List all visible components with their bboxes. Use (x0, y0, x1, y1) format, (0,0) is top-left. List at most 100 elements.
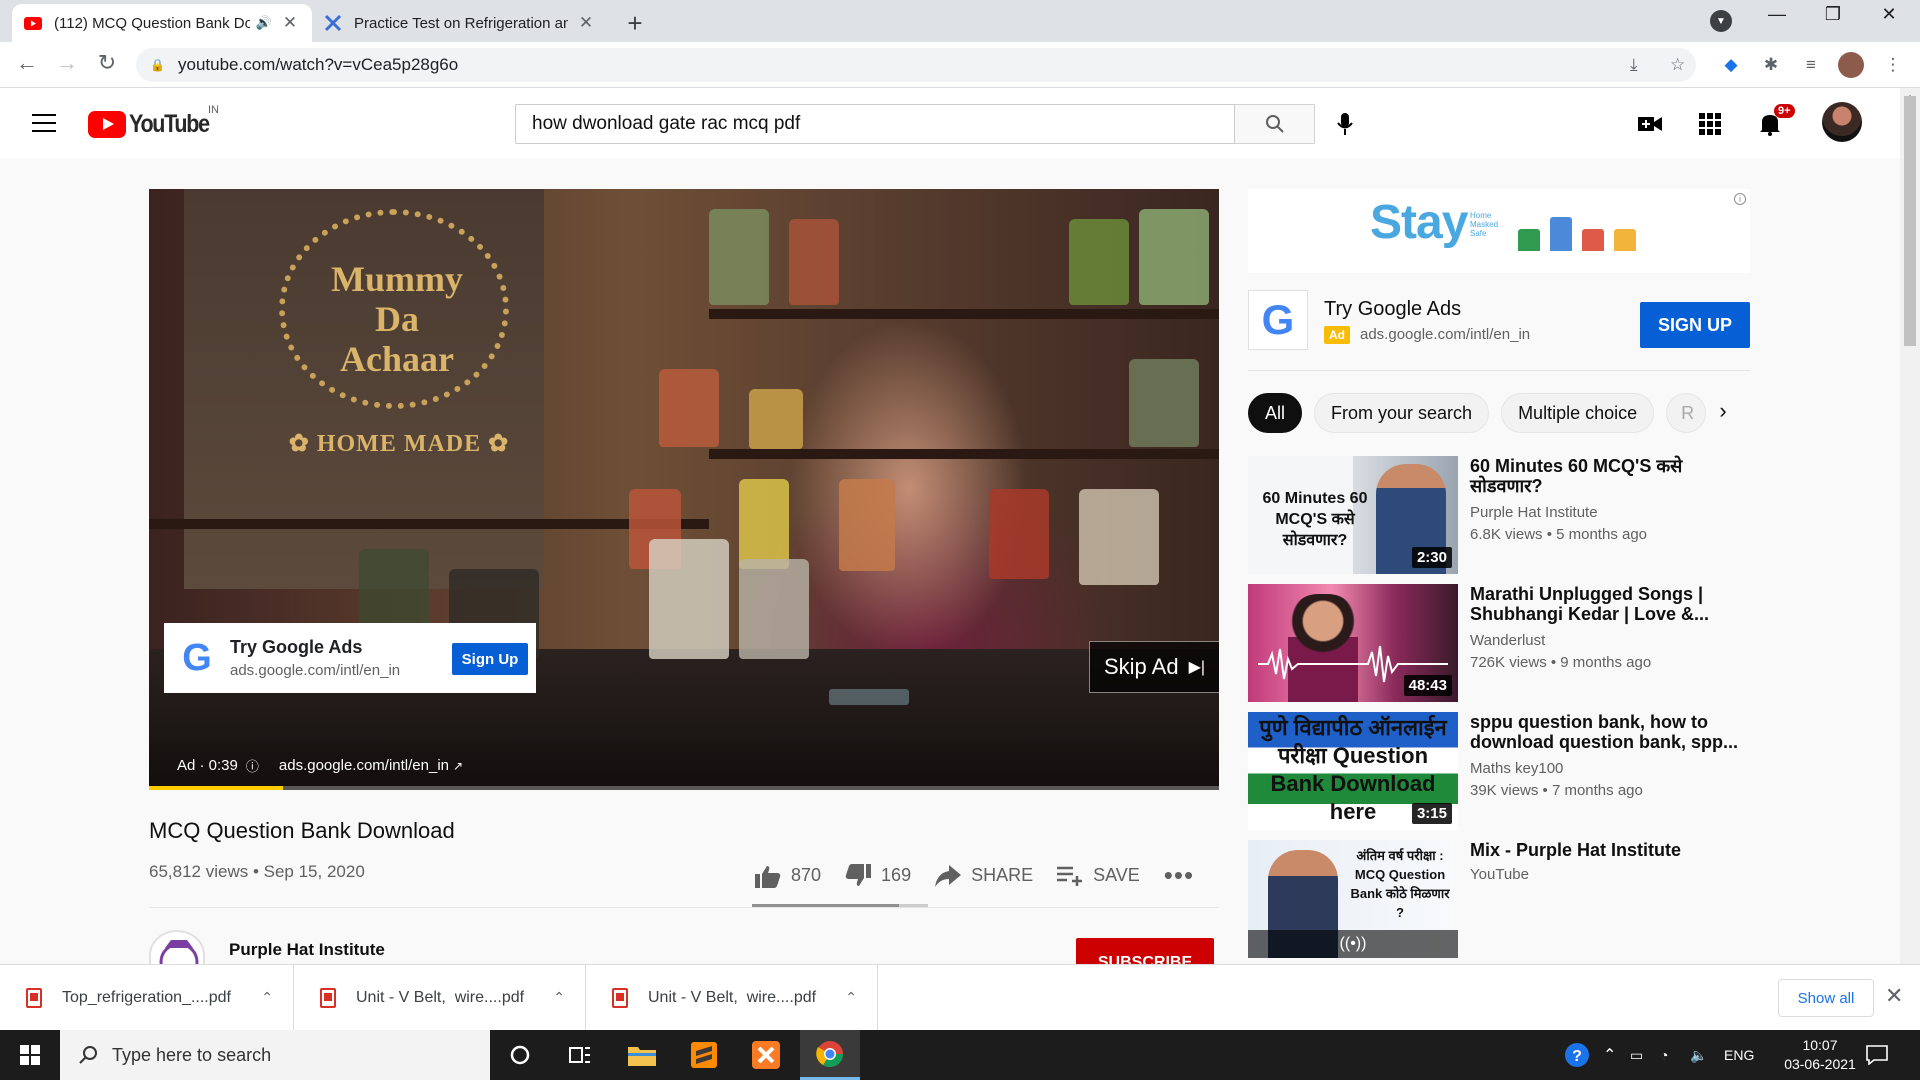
video-duration: 48:43 (1403, 675, 1452, 696)
ad-info-icon[interactable]: i (1734, 193, 1746, 205)
battery-icon[interactable]: ▭ (1630, 1030, 1643, 1080)
jar-image (1139, 209, 1209, 305)
download-item[interactable]: Top_refrigeration_....pdf ⌃ (0, 965, 294, 1030)
profile-avatar[interactable] (1838, 52, 1864, 78)
download-filename: Top_refrigeration_....pdf (62, 988, 231, 1006)
forward-icon[interactable]: → (52, 50, 82, 76)
close-downloads-icon[interactable]: ✕ (1885, 983, 1903, 1009)
install-icon[interactable]: ⤓ (1630, 48, 1638, 82)
overlay-signup-button[interactable]: Sign Up (452, 643, 528, 675)
extension-icon[interactable]: ◆ (1718, 52, 1744, 78)
chip-from-your-search[interactable]: From your search (1314, 393, 1490, 433)
file-explorer-icon[interactable] (612, 1030, 672, 1080)
chrome-menu-icon[interactable]: ⋮ (1880, 52, 1906, 78)
window-close-icon[interactable]: ✕ (1866, 4, 1912, 25)
tab-practice-test[interactable]: Practice Test on Refrigeration and Air C… (312, 4, 608, 42)
pdf-file-icon (612, 987, 628, 1008)
save-button[interactable]: SAVE (1057, 865, 1140, 886)
video-thumbnail[interactable]: 60 Minutes 60 MCQ'S कसे सोडवणार? 2:30 (1248, 456, 1458, 574)
system-clock[interactable]: 10:07 03-06-2021 (1770, 1036, 1870, 1074)
chevron-up-icon[interactable]: ⌃ (1603, 1030, 1616, 1080)
overlay-ad-url: ads.google.com/intl/en_in (230, 662, 401, 679)
sidebar-ad-url: ads.google.com/intl/en_in (1360, 326, 1531, 343)
youtube-logo[interactable]: YouTube IN (88, 104, 222, 139)
recommended-video[interactable]: 48:43 Marathi Unplugged Songs | Shubhang… (1248, 584, 1750, 702)
overlay-ad[interactable]: G Try Google Ads ads.google.com/intl/en_… (164, 623, 536, 693)
wifi-icon[interactable]: ◔ (1660, 1030, 1668, 1080)
house-image (1582, 229, 1604, 251)
sublime-text-icon[interactable] (674, 1030, 734, 1080)
bookmark-star-icon[interactable]: ☆ (1670, 48, 1685, 82)
extensions-puzzle-icon[interactable]: ✱ (1758, 52, 1784, 78)
media-control-icon[interactable]: ≡ (1798, 52, 1824, 78)
reload-icon[interactable]: ↻ (92, 50, 122, 76)
tab-search-icon[interactable]: ▼ (1710, 10, 1732, 32)
video-thumbnail[interactable]: पुणे विद्यापीठ ऑनलाईन परीक्षा Question B… (1248, 712, 1458, 830)
country-code: IN (208, 104, 219, 116)
account-avatar[interactable] (1822, 102, 1862, 142)
video-player[interactable]: Mummy Da Achaar ✿ HOME MADE ✿ G Try Goog… (149, 189, 1219, 790)
dislike-button[interactable]: 169 (845, 863, 911, 888)
scrollbar-thumb[interactable] (1904, 96, 1916, 346)
video-thumbnail[interactable]: 48:43 (1248, 584, 1458, 702)
chip-multiple-choice[interactable]: Multiple choice (1501, 393, 1655, 433)
sidebar-display-ad[interactable]: Stay Home Masked Safe i (1248, 189, 1750, 273)
chrome-taskbar-icon[interactable] (800, 1030, 860, 1080)
apps-grid-icon[interactable] (1694, 108, 1726, 140)
action-center-icon[interactable] (1866, 1030, 1888, 1080)
more-dots-icon: ••• (1163, 860, 1195, 890)
video-thumbnail[interactable]: अंतिम वर्ष परीक्षा : MCQ Question Bank क… (1248, 840, 1458, 958)
page-scrollbar[interactable]: ▲ (1900, 88, 1920, 964)
more-actions-button[interactable]: ••• (1164, 860, 1194, 891)
chip-all[interactable]: All (1248, 393, 1303, 433)
download-filename: Unit - V Belt, wire....pdf (356, 988, 525, 1006)
create-video-icon[interactable] (1634, 108, 1666, 140)
download-item[interactable]: Unit - V Belt, wire....pdf ⌃ (294, 965, 586, 1030)
help-icon[interactable]: ? (1564, 1030, 1590, 1080)
recommended-video[interactable]: 60 Minutes 60 MCQ'S कसे सोडवणार? 2:30 60… (1248, 456, 1750, 574)
share-button[interactable]: SHARE (935, 864, 1033, 887)
address-bar[interactable]: 🔒 youtube.com/watch?v=vCea5p28g6o ⤓ ☆ (136, 48, 1696, 82)
back-icon[interactable]: ← (12, 50, 42, 76)
jar-image (1069, 219, 1129, 305)
menu-icon[interactable] (32, 114, 56, 138)
chevron-up-icon[interactable]: ⌃ (845, 989, 857, 1006)
chevron-up-icon[interactable]: ⌃ (553, 989, 565, 1006)
chevron-right-icon[interactable]: › (1708, 398, 1738, 428)
subscribe-button[interactable]: SUBSCRIBE (1076, 938, 1214, 966)
chip-truncated[interactable]: R (1666, 393, 1707, 433)
task-view-icon[interactable] (550, 1030, 610, 1080)
cortana-icon[interactable] (490, 1030, 550, 1080)
windows-start-icon[interactable] (0, 1030, 60, 1080)
taskbar-search-box[interactable]: Type here to search (60, 1030, 490, 1080)
filter-chips: All From your search Multiple choice R (1248, 393, 1707, 433)
like-button[interactable]: 870 (755, 864, 821, 888)
voice-search-button[interactable] (1330, 108, 1360, 140)
sidebar-signup-button[interactable]: SIGN UP (1640, 302, 1750, 348)
search-button[interactable] (1235, 104, 1315, 144)
ad-progress-bar[interactable] (149, 786, 1219, 790)
minimize-icon[interactable]: — (1754, 4, 1800, 25)
restore-icon[interactable]: ❐ (1810, 4, 1856, 25)
close-tab-icon[interactable]: ✕ (576, 13, 596, 33)
tab-youtube[interactable]: (112) MCQ Question Bank Download 🔊 ✕ (12, 4, 312, 42)
speaker-icon[interactable]: 🔊 (256, 15, 272, 31)
chevron-up-icon[interactable]: ⌃ (261, 989, 273, 1006)
show-all-downloads-button[interactable]: Show all (1778, 979, 1874, 1017)
close-tab-icon[interactable]: ✕ (280, 13, 300, 33)
info-icon[interactable]: ⓘ (246, 756, 259, 775)
new-tab-button[interactable]: + (620, 8, 650, 39)
channel-name[interactable]: Purple Hat Institute (229, 940, 385, 960)
ad-link[interactable]: ads.google.com/intl/en_in (279, 757, 449, 774)
sidebar-ad-card[interactable]: G Try Google Ads Ad ads.google.com/intl/… (1248, 290, 1750, 356)
volume-icon[interactable]: 🔈 (1690, 1030, 1707, 1080)
xampp-icon[interactable] (736, 1030, 796, 1080)
ad-home-made-text: ✿ HOME MADE ✿ (269, 429, 529, 458)
recommended-video[interactable]: पुणे विद्यापीठ ऑनलाईन परीक्षा Question B… (1248, 712, 1750, 830)
tab-title: (112) MCQ Question Bank Download (54, 14, 250, 32)
recommended-mix[interactable]: अंतिम वर्ष परीक्षा : MCQ Question Bank क… (1248, 840, 1750, 958)
search-input[interactable]: how dwonload gate rac mcq pdf (515, 104, 1235, 144)
input-language[interactable]: ENG (1724, 1030, 1754, 1080)
download-item[interactable]: Unit - V Belt, wire....pdf ⌃ (586, 965, 878, 1030)
skip-ad-button[interactable]: Skip Ad ▶| (1089, 641, 1219, 693)
